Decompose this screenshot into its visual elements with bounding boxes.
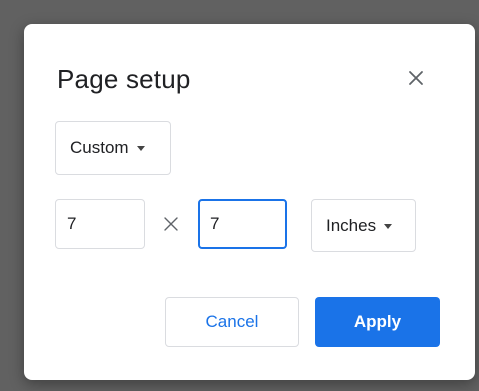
- page-size-selected: Custom: [70, 138, 129, 157]
- height-input[interactable]: [198, 199, 287, 249]
- page-setup-dialog: Page setup Custom Inches Cancel Apply: [24, 24, 475, 380]
- close-button[interactable]: [404, 66, 428, 90]
- times-icon: [162, 215, 180, 233]
- apply-button[interactable]: Apply: [315, 297, 440, 347]
- page-size-dropdown[interactable]: Custom: [55, 121, 171, 175]
- cancel-button[interactable]: Cancel: [165, 297, 299, 347]
- width-input[interactable]: [55, 199, 145, 249]
- units-selected: Inches: [326, 215, 377, 235]
- units-dropdown[interactable]: Inches: [311, 199, 416, 252]
- chevron-down-icon: [136, 146, 145, 151]
- close-icon: [409, 71, 423, 85]
- chevron-down-icon: [384, 223, 393, 229]
- dialog-title: Page setup: [57, 64, 191, 94]
